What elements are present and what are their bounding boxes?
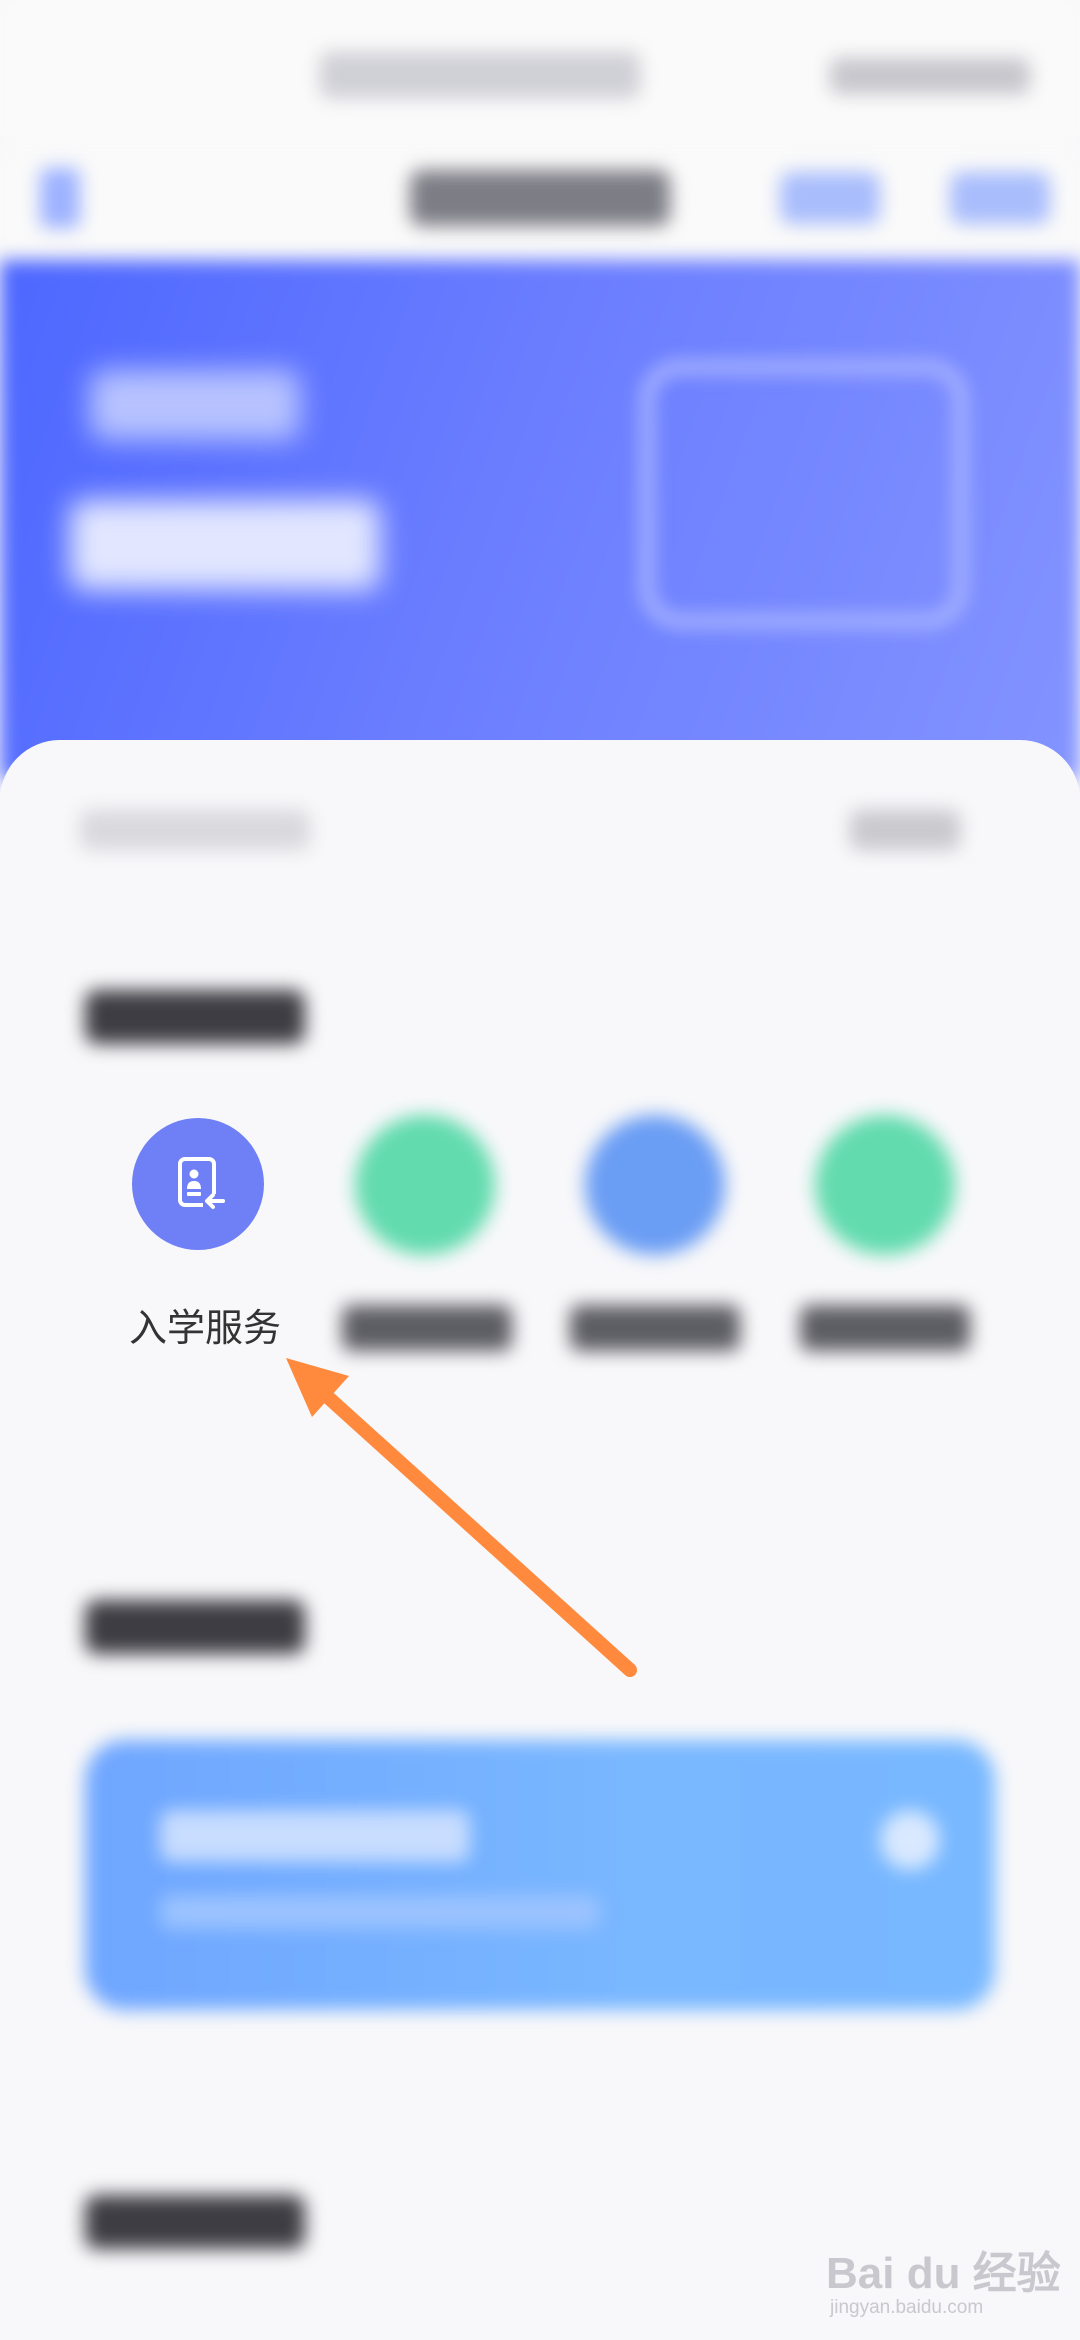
watermark-brand: Bai du 经验 (826, 2249, 1061, 2298)
annotation-arrow-icon (286, 1358, 637, 1677)
baidu-watermark: Bai du 经验 jingyan.baidu.com (826, 2225, 1066, 2325)
watermark-url: jingyan.baidu.com (830, 2297, 984, 2318)
